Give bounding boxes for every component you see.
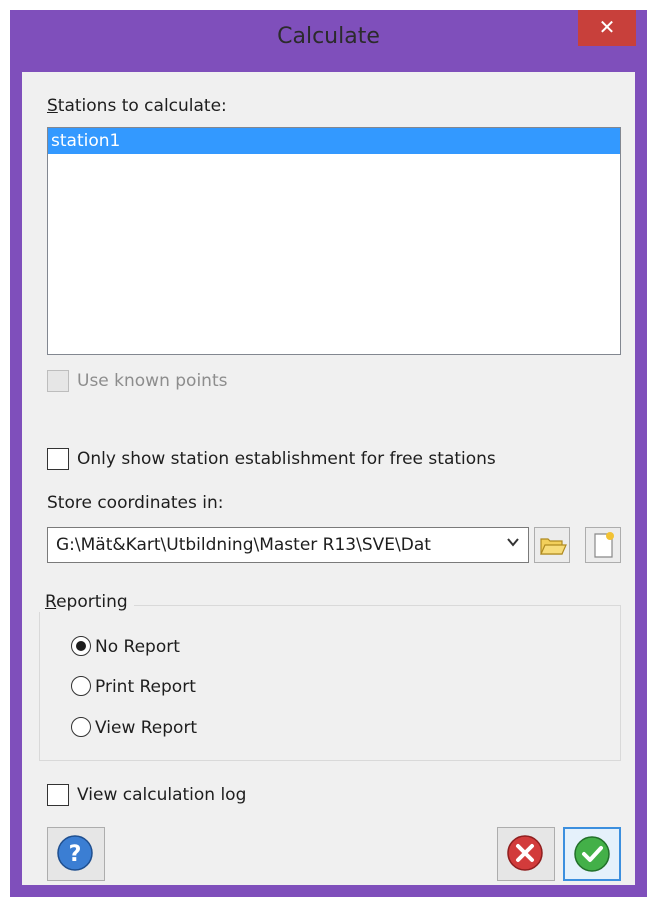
print-report-radio[interactable]: [71, 676, 91, 696]
no-report-label: No Report: [95, 637, 180, 657]
cancel-button[interactable]: [497, 827, 555, 881]
ok-button[interactable]: [563, 827, 621, 881]
use-known-points-label: Use known points: [77, 371, 228, 391]
store-coordinates-value: G:\Mät&Kart\Utbildning\Master R13\SVE\Da…: [56, 535, 431, 555]
chevron-down-icon[interactable]: [506, 535, 520, 553]
title-bar[interactable]: Calculate ✕: [10, 10, 647, 72]
window-title: Calculate: [277, 24, 380, 49]
stations-label-text: tations to calculate:: [57, 96, 227, 116]
view-calculation-log-label: View calculation log: [77, 785, 247, 805]
use-known-points-checkbox[interactable]: [47, 370, 69, 392]
only-free-stations-label: Only show station establishment for free…: [77, 449, 496, 469]
browse-folder-button[interactable]: [534, 527, 570, 563]
ok-icon: [565, 836, 619, 883]
radio-selected-dot: [76, 641, 86, 651]
folder-icon: [535, 538, 569, 566]
list-item[interactable]: station1: [48, 128, 620, 154]
view-report-radio[interactable]: [71, 717, 91, 737]
svg-text:?: ?: [69, 842, 82, 867]
calculate-dialog: Calculate ✕ Stations to calculate: stati…: [10, 10, 647, 897]
cancel-icon: [498, 835, 552, 882]
view-calculation-log-checkbox[interactable]: [47, 784, 69, 806]
store-coordinates-label: Store coordinates in:: [47, 493, 224, 513]
only-free-stations-checkbox[interactable]: [47, 448, 69, 470]
help-icon: ?: [48, 835, 102, 882]
print-report-label: Print Report: [95, 677, 196, 697]
new-file-icon: [586, 532, 620, 566]
reporting-group-title: Reporting: [39, 592, 134, 612]
stations-listbox[interactable]: station1: [47, 127, 621, 355]
view-report-label: View Report: [95, 718, 198, 738]
close-button[interactable]: ✕: [578, 10, 636, 46]
no-report-radio[interactable]: [71, 636, 91, 656]
dialog-body: Stations to calculate: station1 Use know…: [22, 72, 635, 885]
reporting-title-text: eporting: [56, 592, 128, 612]
new-file-button[interactable]: [585, 527, 621, 563]
store-coordinates-combobox[interactable]: G:\Mät&Kart\Utbildning\Master R13\SVE\Da…: [47, 527, 529, 563]
stations-label: Stations to calculate:: [47, 96, 227, 116]
help-button[interactable]: ?: [47, 827, 105, 881]
